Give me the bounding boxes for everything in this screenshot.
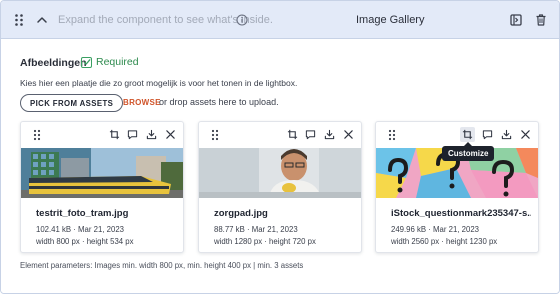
- trash-icon[interactable]: [533, 12, 549, 28]
- asset-filename: testrit_foto_tram.jpg: [36, 208, 129, 219]
- thumbnail-tram[interactable]: [21, 148, 183, 198]
- pick-from-assets-button[interactable]: PICK FROM ASSETS: [20, 94, 124, 112]
- drag-handle-icon[interactable]: [211, 129, 219, 141]
- thumbnail-zorgpad[interactable]: [199, 148, 361, 198]
- card-toolbar: [21, 122, 183, 147]
- asset-filename: iStock_questionmark235347-s...: [391, 208, 531, 219]
- asset-card[interactable]: zorgpad.jpg 88.77 kB · Mar 21, 2023 widt…: [198, 121, 362, 253]
- crop-icon[interactable]: [287, 129, 298, 140]
- asset-size-date: 249.96 kB · Mar 21, 2023: [391, 225, 479, 234]
- info-icon[interactable]: [236, 14, 248, 26]
- crop-icon[interactable]: [460, 127, 475, 142]
- comment-icon[interactable]: [127, 129, 138, 140]
- drag-handle-icon[interactable]: [33, 129, 41, 141]
- comment-icon[interactable]: [482, 129, 493, 140]
- download-icon[interactable]: [501, 129, 512, 140]
- customize-tooltip: Customize: [442, 142, 495, 161]
- check-icon: [81, 56, 92, 68]
- field-label: Afbeeldingen: [20, 57, 87, 69]
- field-hint: Kies hier een plaatje die zo groot mogel…: [20, 78, 298, 88]
- component-header[interactable]: Expand the component to see what's insid…: [1, 1, 559, 39]
- asset-dimensions: width 2560 px · height 1230 px: [391, 237, 498, 246]
- asset-size-date: 102.41 kB · Mar 21, 2023: [36, 225, 124, 234]
- comment-icon[interactable]: [305, 129, 316, 140]
- download-icon[interactable]: [324, 129, 335, 140]
- element-parameters: Element parameters: Images min. width 80…: [20, 261, 304, 270]
- asset-dimensions: width 800 px · height 534 px: [36, 237, 134, 246]
- close-icon[interactable]: [520, 129, 531, 140]
- asset-card[interactable]: testrit_foto_tram.jpg 102.41 kB · Mar 21…: [20, 121, 184, 253]
- card-toolbar: [376, 122, 538, 147]
- asset-dimensions: width 1280 px · height 720 px: [214, 237, 316, 246]
- image-gallery-component: Expand the component to see what's insid…: [0, 0, 560, 294]
- component-title: Image Gallery: [356, 14, 425, 26]
- drag-handle-icon[interactable]: [388, 129, 396, 141]
- chevron-up-icon[interactable]: [34, 12, 50, 28]
- drop-hint: or drop assets here to upload.: [159, 97, 279, 107]
- browse-link[interactable]: BROWSE: [123, 98, 161, 107]
- required-badge: Required: [81, 56, 139, 68]
- crop-icon[interactable]: [109, 129, 120, 140]
- asset-filename: zorgpad.jpg: [214, 208, 268, 219]
- download-icon[interactable]: [146, 129, 157, 140]
- collapse-icon[interactable]: [508, 12, 524, 28]
- component-body: Afbeeldingen Required Kies hier een plaa…: [1, 39, 559, 293]
- asset-size-date: 88.77 kB · Mar 21, 2023: [214, 225, 298, 234]
- required-label: Required: [96, 56, 139, 68]
- drag-handle-icon[interactable]: [11, 12, 27, 28]
- card-toolbar: [199, 122, 361, 147]
- close-icon[interactable]: [343, 129, 354, 140]
- close-icon[interactable]: [165, 129, 176, 140]
- asset-card[interactable]: iStock_questionmark235347-s... 249.96 kB…: [375, 121, 539, 253]
